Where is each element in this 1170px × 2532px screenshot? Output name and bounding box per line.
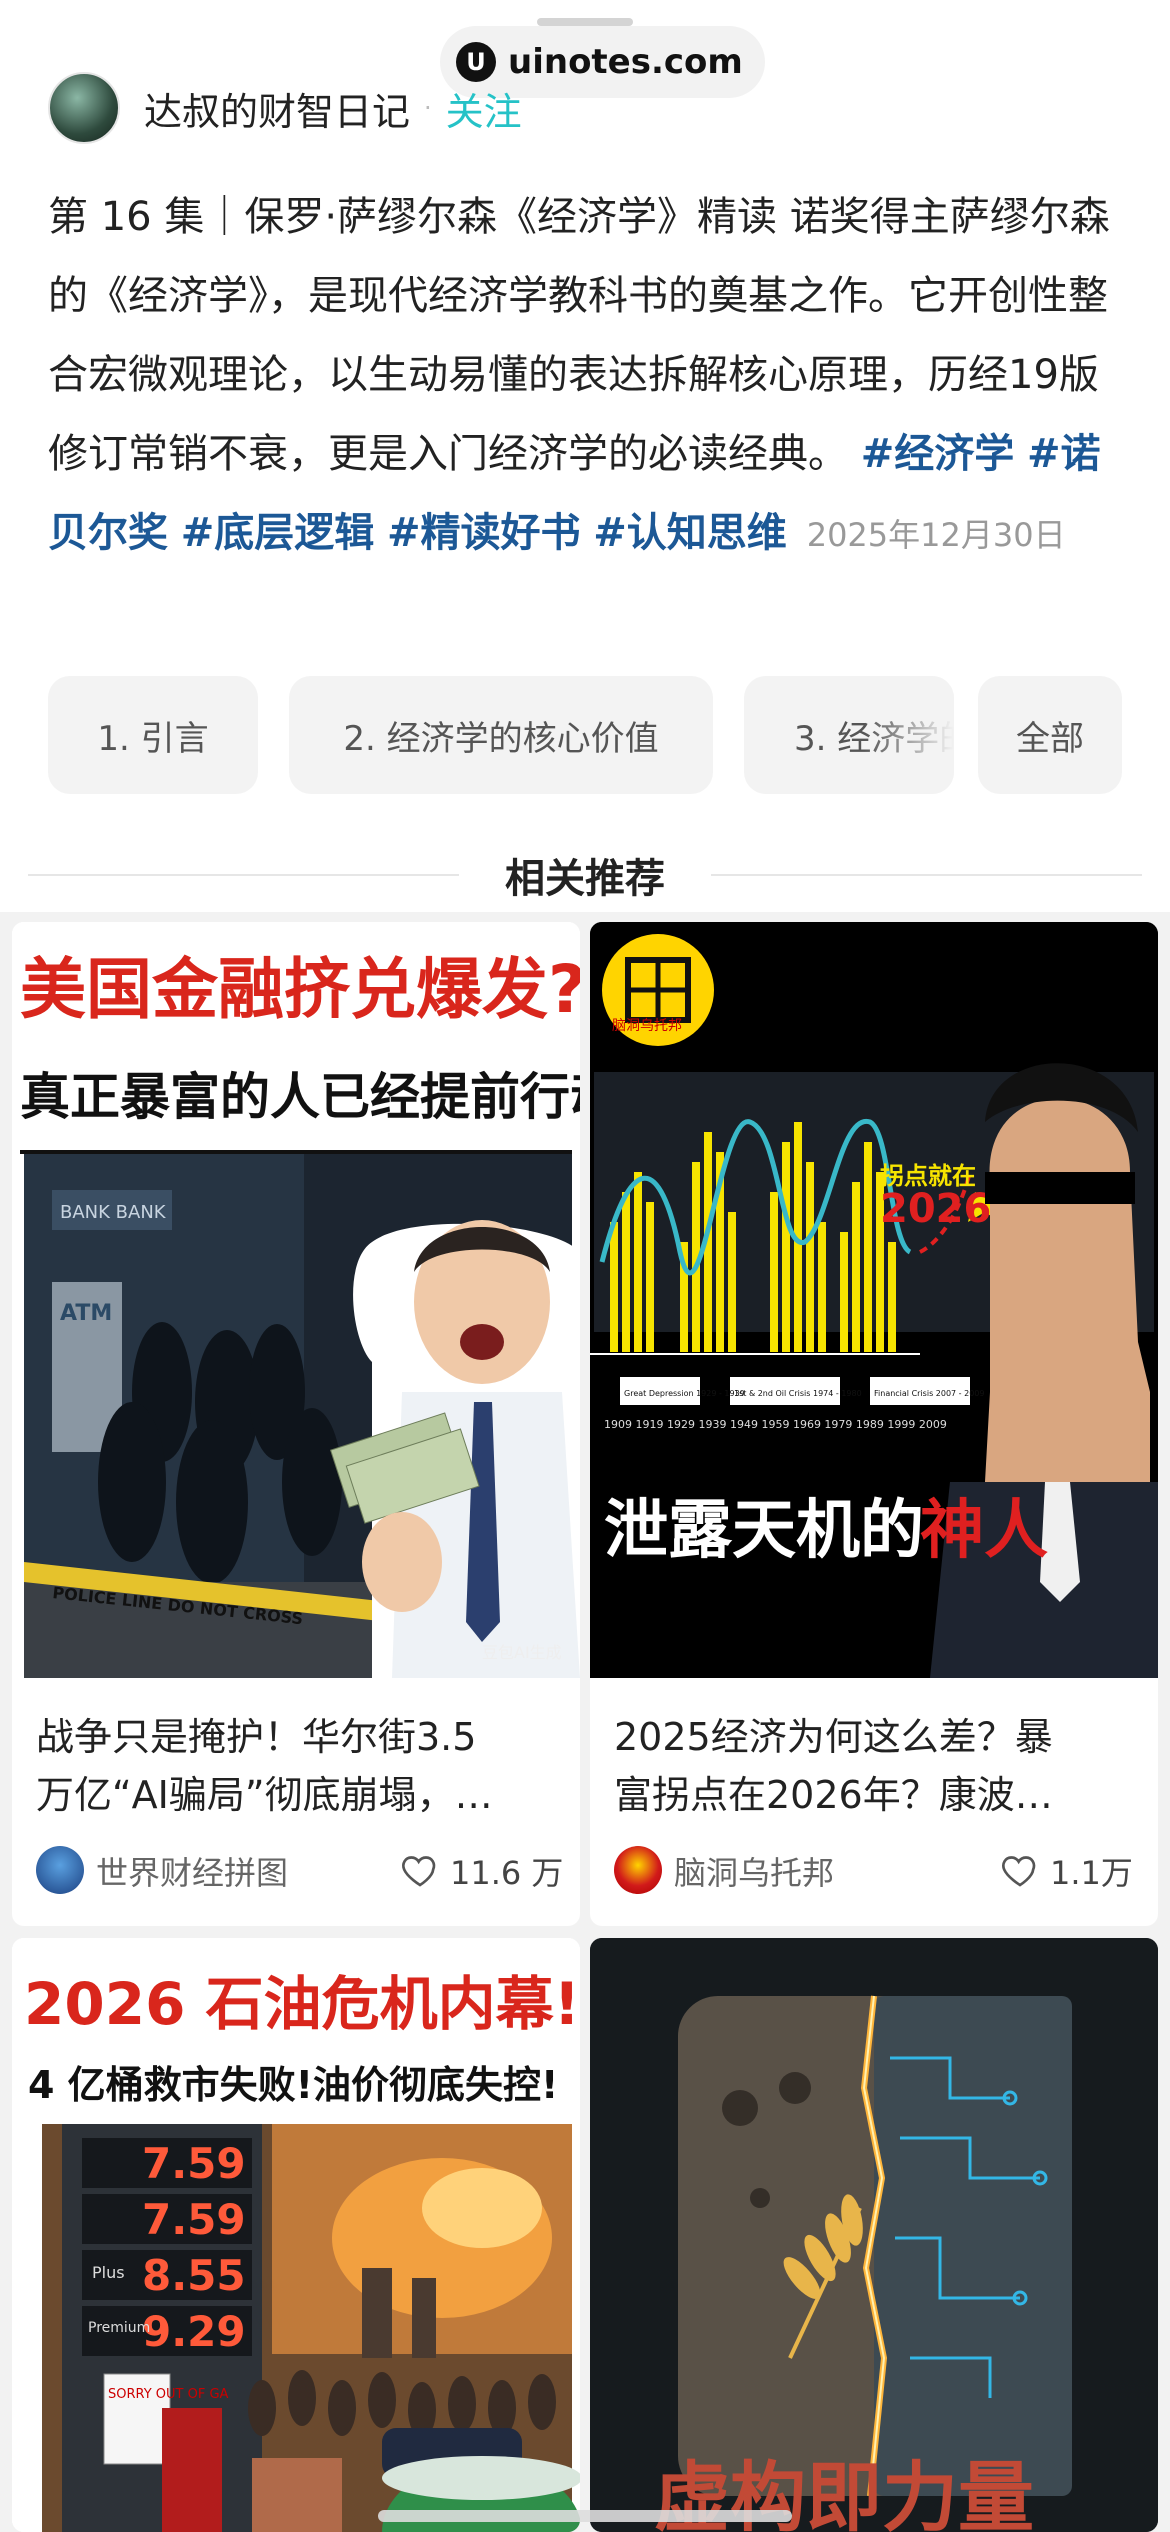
thumb-caption-red: 神人 [920, 1494, 1048, 1568]
card-title[interactable]: 2025经济为何这么差？暴 富拐点在2026年？康波… [614, 1708, 1134, 1824]
thumb-chart-label: 1st & 2nd Oil Crisis 1974 - 1980 [734, 1389, 862, 1398]
card-author-name[interactable]: 世界财经拼图 [96, 1848, 288, 1894]
card-like-count: 1.1万 [1050, 1854, 1133, 1892]
card-title-line: 富拐点在2026年？康波… [614, 1773, 1053, 1817]
watermark-text: uinotes.com [508, 42, 743, 82]
card-thumbnail[interactable]: 脑洞乌托邦 拐点就在 2026 Great Depression 1929 - … [590, 922, 1158, 1678]
card-author-avatar[interactable] [614, 1846, 662, 1894]
author-avatar[interactable] [48, 72, 120, 144]
video-card-1[interactable]: 美国金融挤兑爆发? 真正暴富的人已经提前行动! BANK BANK ATM PO… [12, 922, 580, 1926]
recommend-header: 相关推荐 [28, 840, 1142, 910]
follow-button[interactable]: 关注 [446, 81, 522, 136]
video-card-2[interactable]: 脑洞乌托邦 拐点就在 2026 Great Depression 1929 - … [590, 922, 1158, 1926]
divider [711, 874, 1142, 876]
thumb-subheadline: 真正暴富的人已经提前行动! [20, 1068, 580, 1126]
recommend-title: 相关推荐 [505, 856, 665, 902]
card-title-line: 战争只是掩护！华尔街3.5 [36, 1715, 477, 1759]
like-heart-icon[interactable] [400, 1850, 440, 1890]
thumb-callout-2: 2026 [880, 1186, 991, 1232]
sheet-grabber[interactable] [537, 18, 633, 26]
video-card-3[interactable]: 2026 石油危机内幕! 4 亿桶救市失败!油价彻底失控! 7.59 7.59 … [12, 1938, 580, 2532]
grade-label-plus: Plus [92, 2263, 125, 2282]
card-title-line: 万亿“AI骗局”彻底崩塌，… [36, 1773, 493, 1817]
thumb-subheadline: 4 亿桶救市失败!油价彻底失控! [28, 2063, 558, 2107]
home-indicator[interactable] [378, 2510, 792, 2522]
thumb-atm-label: ATM [60, 1301, 112, 1326]
thumb-chart-label: Financial Crisis 2007 - 2009 [874, 1389, 984, 1398]
chip-fade [864, 676, 954, 794]
post-date: 2025年12月30日 [806, 516, 1066, 554]
thumb-pump-sign: SORRY OUT OF GA [108, 2387, 229, 2402]
chapter-label: 2. 经济学的核心价值 [343, 718, 659, 759]
divider [28, 874, 459, 876]
card-thumbnail[interactable]: 2026 石油危机内幕! 4 亿桶救市失败!油价彻底失控! 7.59 7.59 … [12, 1938, 580, 2532]
thumbnail-art: 虚构即力量 [590, 1938, 1158, 2532]
thumb-caption-white: 泄露天机的 [604, 1494, 924, 1568]
thumbnail-art: 脑洞乌托邦 拐点就在 2026 Great Depression 1929 - … [590, 922, 1158, 1678]
thumb-headline: 2026 石油危机内幕! [24, 1970, 580, 2038]
price-3: 8.55 [142, 2251, 246, 2300]
author-row: 达叔的财智日记 · 关注 [48, 70, 522, 146]
chapter-chip-3[interactable]: 3. 经济学的 [744, 676, 954, 794]
thumb-headline: 美国金融挤兑爆发? [20, 951, 580, 1028]
card-thumbnail[interactable]: 美国金融挤兑爆发? 真正暴富的人已经提前行动! BANK BANK ATM PO… [12, 922, 580, 1678]
hashtag-logic[interactable]: #底层逻辑 [181, 510, 375, 556]
thumb-channel-logo-text: 脑洞乌托邦 [612, 1018, 682, 1034]
card-author-name[interactable]: 脑洞乌托邦 [674, 1848, 834, 1894]
hashtag-reading[interactable]: #精读好书 [387, 510, 581, 556]
thumb-ai-badge: 豆包AI生成 [482, 1643, 562, 1662]
thumbnail-art: 美国金融挤兑爆发? 真正暴富的人已经提前行动! BANK BANK ATM PO… [12, 922, 580, 1678]
thumb-chart-label: Great Depression 1929 - 1939 [624, 1389, 745, 1398]
card-title[interactable]: 战争只是掩护！华尔街3.5 万亿“AI骗局”彻底崩塌，… [36, 1708, 556, 1824]
chapter-label: 1. 引言 [97, 718, 209, 759]
card-author-avatar[interactable] [36, 1846, 84, 1894]
author-name[interactable]: 达叔的财智日记 [144, 81, 410, 136]
price-4: 9.29 [142, 2307, 246, 2356]
price-2: 7.59 [142, 2195, 246, 2244]
chapter-list: 1. 引言 2. 经济学的核心价值 3. 经济学的 全部 [48, 676, 1122, 794]
video-card-4[interactable]: 虚构即力量 [590, 1938, 1158, 2532]
thumb-bank-sign: BANK BANK [60, 1202, 167, 1223]
card-like-count: 11.6 万 [450, 1854, 564, 1892]
chapter-chip-2[interactable]: 2. 经济学的核心价值 [289, 676, 713, 794]
hashtag-cognition[interactable]: #认知思维 [593, 510, 787, 556]
thumbnail-art: 2026 石油危机内幕! 4 亿桶救市失败!油价彻底失控! 7.59 7.59 … [12, 1938, 580, 2532]
chapter-chip-all[interactable]: 全部 [978, 676, 1122, 794]
card-title-line: 2025经济为何这么差？暴 [614, 1715, 1053, 1759]
grade-label-premium: Premium [88, 2320, 150, 2336]
like-heart-icon[interactable] [1000, 1850, 1040, 1890]
hashtag-economics[interactable]: #经济学 [861, 431, 1015, 477]
chapter-label: 全部 [1016, 718, 1084, 759]
thumb-year-axis: 1909 1919 1929 1939 1949 1959 1969 1979 … [604, 1418, 947, 1431]
price-1: 7.59 [142, 2139, 246, 2188]
post-description-block: 第 16 集｜保罗·萨缪尔森《经济学》精读 诺奖得主萨缪尔森的《经济学》，是现代… [48, 178, 1123, 575]
chapter-chip-1[interactable]: 1. 引言 [48, 676, 258, 794]
card-thumbnail[interactable]: 虚构即力量 [590, 1938, 1158, 2532]
separator-dot: · [424, 94, 432, 122]
